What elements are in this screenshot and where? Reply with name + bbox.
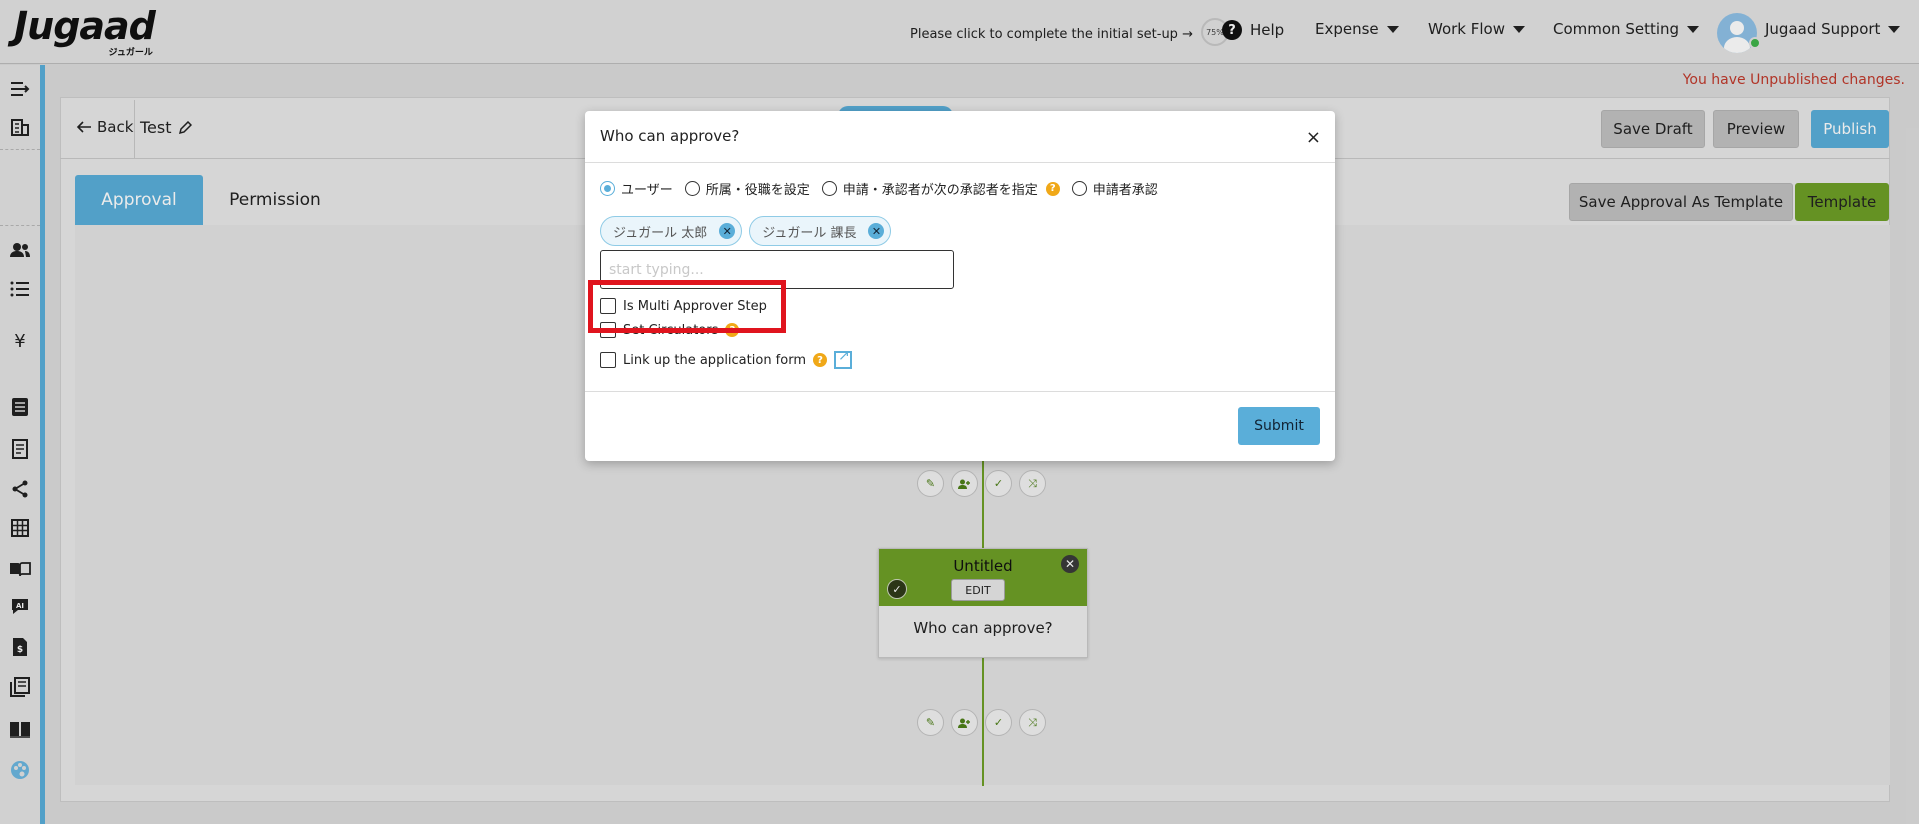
help-question-icon[interactable]: ? (813, 353, 827, 367)
link-application-form-option[interactable]: Link up the application form ? (600, 348, 852, 369)
approver-chip: ジュガール 太郎 ✕ (600, 216, 743, 246)
radio-department-role[interactable]: 所属・役職を設定 (684, 179, 810, 198)
selected-approvers: ジュガール 太郎 ✕ ジュガール 課長 ✕ (600, 216, 892, 246)
help-question-icon[interactable]: ? (1045, 181, 1060, 196)
radio-button[interactable] (684, 181, 700, 196)
remove-chip-icon[interactable]: ✕ (719, 223, 736, 239)
radio-applicant-approval[interactable]: 申請者承認 (1071, 179, 1158, 198)
link-application-form-checkbox[interactable] (600, 352, 616, 368)
modal-footer-divider (585, 391, 1335, 392)
remove-chip-icon[interactable]: ✕ (868, 223, 885, 239)
close-icon[interactable]: × (1306, 127, 1321, 148)
radio-button[interactable] (1071, 181, 1087, 196)
submit-button[interactable]: Submit (1238, 407, 1320, 445)
annotation-highlight-box (588, 280, 786, 333)
approver-chip: ジュガール 課長 ✕ (749, 216, 892, 246)
radio-user[interactable]: ユーザー (600, 179, 673, 198)
radio-button[interactable] (821, 181, 837, 196)
approver-type-radio-group: ユーザー 所属・役職を設定 申請・承認者が次の承認者を指定 ? 申請者承認 (600, 179, 1170, 198)
radio-button[interactable] (600, 181, 615, 196)
modal-title: Who can approve? (600, 127, 740, 145)
radio-applicant-designates[interactable]: 申請・承認者が次の承認者を指定 ? (821, 179, 1060, 198)
modal-header: Who can approve? × (585, 111, 1335, 163)
external-link-icon[interactable] (834, 348, 852, 369)
